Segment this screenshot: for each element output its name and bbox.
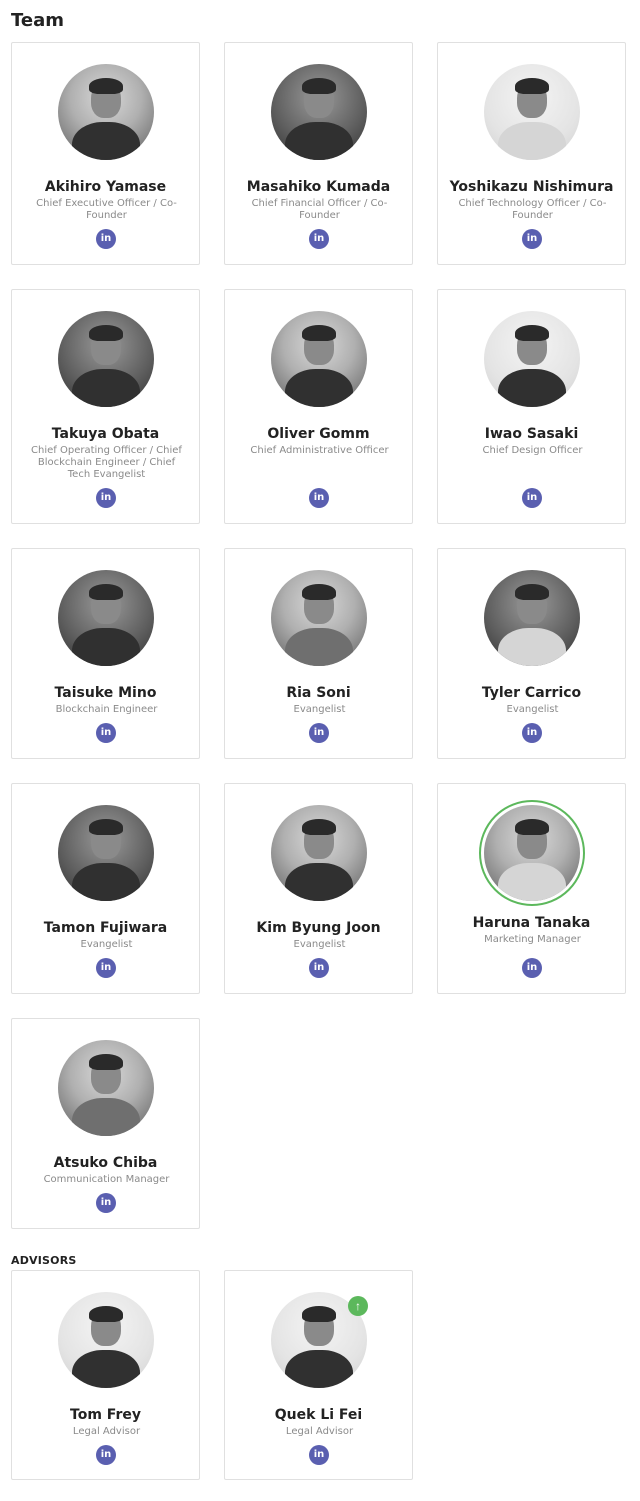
member-name: Iwao Sasaki bbox=[484, 426, 579, 442]
member-role: Evangelist bbox=[293, 939, 346, 950]
avatar bbox=[271, 570, 367, 666]
member-name: Akihiro Yamase bbox=[44, 179, 167, 195]
team-card: Iwao Sasaki Chief Design Officer in bbox=[437, 289, 626, 524]
member-name: Tom Frey bbox=[70, 1407, 141, 1423]
team-card: Takuya Obata Chief Operating Officer / C… bbox=[11, 289, 200, 524]
linkedin-icon[interactable]: in bbox=[309, 958, 329, 978]
team-card: Tamon Fujiwara Evangelist in bbox=[11, 783, 200, 994]
member-name: Haruna Tanaka bbox=[472, 915, 591, 931]
member-role: Chief Administrative Officer bbox=[250, 445, 389, 456]
team-card: Masahiko Kumada Chief Financial Officer … bbox=[224, 42, 413, 265]
arrow-up-icon[interactable]: ↑ bbox=[348, 1296, 368, 1316]
team-card: Oliver Gomm Chief Administrative Officer… bbox=[224, 289, 413, 524]
member-name: Atsuko Chiba bbox=[53, 1155, 158, 1171]
member-role: Legal Advisor bbox=[72, 1426, 141, 1437]
linkedin-icon[interactable]: in bbox=[309, 488, 329, 508]
team-card: Ria Soni Evangelist in bbox=[224, 548, 413, 759]
team-card: Yoshikazu Nishimura Chief Technology Off… bbox=[437, 42, 626, 265]
avatar bbox=[271, 311, 367, 407]
member-role: Chief Executive Officer / Co-Founder bbox=[36, 198, 177, 221]
member-name: Taisuke Mino bbox=[54, 685, 157, 701]
member-role: Evangelist bbox=[506, 704, 559, 715]
avatar bbox=[271, 64, 367, 160]
avatar bbox=[58, 64, 154, 160]
avatar bbox=[271, 805, 367, 901]
linkedin-icon[interactable]: in bbox=[96, 229, 116, 249]
team-card: Haruna Tanaka Marketing Manager in bbox=[437, 783, 626, 994]
linkedin-icon[interactable]: in bbox=[309, 1445, 329, 1465]
member-name: Yoshikazu Nishimura bbox=[449, 179, 614, 195]
team-card: Taisuke Mino Blockchain Engineer in bbox=[11, 548, 200, 759]
member-role: Communication Manager bbox=[43, 1174, 170, 1185]
member-name: Masahiko Kumada bbox=[246, 179, 391, 195]
member-role: Chief Technology Officer / Co-Founder bbox=[458, 198, 607, 221]
member-name: Kim Byung Joon bbox=[256, 920, 381, 936]
member-name: Quek Li Fei bbox=[274, 1407, 363, 1423]
avatar bbox=[58, 570, 154, 666]
avatar-highlight-ring bbox=[479, 800, 585, 906]
linkedin-icon[interactable]: in bbox=[96, 488, 116, 508]
avatar bbox=[484, 570, 580, 666]
member-name: Ria Soni bbox=[286, 685, 351, 701]
avatar bbox=[484, 805, 580, 901]
member-name: Tyler Carrico bbox=[481, 685, 582, 701]
team-card: Akihiro Yamase Chief Executive Officer /… bbox=[11, 42, 200, 265]
avatar bbox=[484, 64, 580, 160]
team-card: Tyler Carrico Evangelist in bbox=[437, 548, 626, 759]
avatar bbox=[58, 1040, 154, 1136]
advisor-card: ↑ Quek Li Fei Legal Advisor in bbox=[224, 1270, 413, 1480]
linkedin-icon[interactable]: in bbox=[522, 229, 542, 249]
avatar bbox=[58, 805, 154, 901]
advisors-heading: ADVISORS bbox=[11, 1254, 77, 1267]
linkedin-icon[interactable]: in bbox=[96, 1193, 116, 1213]
team-heading: Team bbox=[11, 10, 64, 31]
member-role: Blockchain Engineer bbox=[55, 704, 158, 715]
avatar bbox=[58, 1292, 154, 1388]
linkedin-icon[interactable]: in bbox=[522, 958, 542, 978]
member-role: Chief Design Officer bbox=[482, 445, 583, 456]
member-role: Evangelist bbox=[293, 704, 346, 715]
member-role: Chief Operating Officer / Chief Blockcha… bbox=[31, 445, 182, 480]
member-role: Evangelist bbox=[80, 939, 133, 950]
linkedin-icon[interactable]: in bbox=[96, 958, 116, 978]
team-card: Kim Byung Joon Evangelist in bbox=[224, 783, 413, 994]
member-name: Tamon Fujiwara bbox=[43, 920, 168, 936]
member-name: Takuya Obata bbox=[51, 426, 160, 442]
linkedin-icon[interactable]: in bbox=[522, 488, 542, 508]
linkedin-icon[interactable]: in bbox=[522, 723, 542, 743]
linkedin-icon[interactable]: in bbox=[309, 723, 329, 743]
linkedin-icon[interactable]: in bbox=[309, 229, 329, 249]
team-card: Atsuko Chiba Communication Manager in bbox=[11, 1018, 200, 1229]
member-role: Marketing Manager bbox=[484, 934, 581, 945]
advisor-card: Tom Frey Legal Advisor in bbox=[11, 1270, 200, 1480]
avatar bbox=[58, 311, 154, 407]
member-name: Oliver Gomm bbox=[267, 426, 370, 442]
avatar bbox=[484, 311, 580, 407]
linkedin-icon[interactable]: in bbox=[96, 1445, 116, 1465]
member-role: Legal Advisor bbox=[285, 1426, 354, 1437]
member-role: Chief Financial Officer / Co-Founder bbox=[251, 198, 388, 221]
linkedin-icon[interactable]: in bbox=[96, 723, 116, 743]
